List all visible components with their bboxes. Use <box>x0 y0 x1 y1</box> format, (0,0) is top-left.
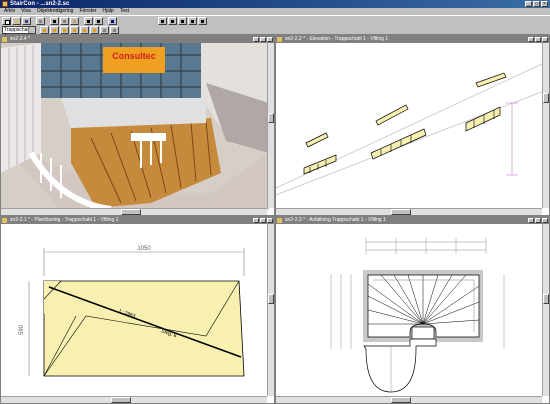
render-tool-button[interactable] <box>110 26 119 34</box>
stair-tool-button[interactable] <box>40 26 49 34</box>
dim-height-label: 590 <box>19 324 25 335</box>
paste-button[interactable] <box>70 17 79 25</box>
vertical-scrollbar[interactable] <box>267 43 274 208</box>
window-plan-controls <box>253 218 273 223</box>
menu-bar: Arkiv Visa Objektredigering Fönster Hjäl… <box>0 8 550 15</box>
scroll-thumb[interactable] <box>121 209 141 215</box>
new-file-button[interactable] <box>2 17 11 25</box>
rotate-tool-button[interactable] <box>100 26 109 34</box>
menu-hjalp[interactable]: Hjälp <box>102 8 113 15</box>
landing-tool-button[interactable] <box>60 26 69 34</box>
print-button[interactable] <box>36 17 45 25</box>
dim-width-label: 1050 <box>137 246 151 252</box>
viewport-elevation[interactable] <box>276 43 545 208</box>
copy-button[interactable] <box>60 17 69 25</box>
open-file-button[interactable] <box>12 17 21 25</box>
plan-drawing: 1050 590 L: 2963 Steg: 6 <box>19 246 245 377</box>
scroll-thumb[interactable] <box>111 397 131 403</box>
chevron-down-icon <box>28 27 35 33</box>
maximize-button[interactable] <box>535 218 541 223</box>
minimize-button[interactable] <box>528 37 534 42</box>
window-plan-title: sn2-2.1 * - Planlösning - Trappschakt 1 … <box>10 217 119 223</box>
horizontal-scrollbar[interactable] <box>1 208 267 215</box>
scroll-thumb[interactable] <box>391 397 411 403</box>
window-layout-caption: sn2-2.3 * - Avfallning Trappschakt 1 - V… <box>276 217 549 224</box>
document-icon <box>277 37 282 42</box>
viewport-layout[interactable] <box>276 224 542 396</box>
window-layout-title: sn2-2.3 * - Avfallning Trappschakt 1 - V… <box>285 217 386 223</box>
step-tool-button[interactable] <box>70 26 79 34</box>
menu-arkiv[interactable]: Arkiv <box>4 8 15 15</box>
menu-test[interactable]: Test <box>120 8 129 15</box>
app-title: StairCon - ...sn2-2.sc <box>10 1 70 7</box>
minimize-button[interactable]: _ <box>525 1 532 7</box>
close-button[interactable] <box>267 218 273 223</box>
maximize-button[interactable] <box>260 37 266 42</box>
document-icon <box>2 218 7 223</box>
close-button[interactable] <box>542 37 548 42</box>
minimize-button[interactable] <box>528 218 534 223</box>
document-icon <box>2 37 7 42</box>
vertical-scrollbar[interactable] <box>267 224 274 396</box>
pan-button[interactable] <box>178 17 187 25</box>
vertical-scrollbar[interactable] <box>542 43 549 208</box>
window-plan-caption: sn2-2.1 * - Planlösning - Trappschakt 1 … <box>1 217 274 224</box>
post-tool-button[interactable] <box>80 26 89 34</box>
minimize-button[interactable] <box>253 218 259 223</box>
close-button[interactable]: × <box>541 1 548 7</box>
window-plan[interactable]: sn2-2.1 * - Planlösning - Trappschakt 1 … <box>0 216 275 404</box>
menu-fonster[interactable]: Fönster <box>79 8 96 15</box>
window-3d-view-controls <box>253 37 273 42</box>
window-elevation-title: sn2-2.2 * - Elevation - Trappschakt 1 - … <box>285 36 389 42</box>
wall-tool-button[interactable] <box>90 26 99 34</box>
window-3d-view-caption: sn2-2.4 * <box>1 36 274 43</box>
horizontal-scrollbar[interactable] <box>276 208 542 215</box>
scroll-thumb[interactable] <box>391 209 411 215</box>
undo-button[interactable] <box>84 17 93 25</box>
vertical-scrollbar[interactable] <box>542 224 549 396</box>
render-3d-scene: Consultec <box>1 43 269 212</box>
scroll-thumb[interactable] <box>543 294 549 304</box>
measure-button[interactable] <box>198 17 207 25</box>
save-button[interactable] <box>22 17 31 25</box>
window-elevation-controls <box>528 37 548 42</box>
cut-button[interactable] <box>50 17 59 25</box>
window-elevation-caption: sn2-2.2 * - Elevation - Trappschakt 1 - … <box>276 36 549 43</box>
app-icon <box>2 1 8 7</box>
menu-visa[interactable]: Visa <box>21 8 31 15</box>
close-button[interactable] <box>267 37 273 42</box>
layout-drawing <box>330 238 505 393</box>
horizontal-scrollbar[interactable] <box>1 396 267 403</box>
help-button[interactable] <box>108 17 117 25</box>
stairwell-select[interactable]: Trappschakt 1 <box>2 26 36 39</box>
maximize-button[interactable] <box>260 218 266 223</box>
minimize-button[interactable] <box>253 37 259 42</box>
window-elevation[interactable]: sn2-2.2 * - Elevation - Trappschakt 1 - … <box>275 35 550 216</box>
scroll-thumb[interactable] <box>543 93 549 103</box>
viewport-plan[interactable]: 1050 590 L: 2963 Steg: 6 <box>1 224 267 396</box>
window-3d-view[interactable]: sn2-2.4 * Consultec <box>0 35 275 216</box>
window-layout-controls <box>528 218 548 223</box>
maximize-button[interactable] <box>535 37 541 42</box>
zoom-extents-button[interactable] <box>188 17 197 25</box>
elevation-drawing <box>276 62 545 196</box>
zoom-window-button[interactable] <box>158 17 167 25</box>
close-button[interactable] <box>542 218 548 223</box>
scroll-thumb[interactable] <box>268 294 274 304</box>
window-controls: _ □ × <box>525 1 548 7</box>
window-layout[interactable]: sn2-2.3 * - Avfallning Trappschakt 1 - V… <box>275 216 550 404</box>
maximize-button[interactable]: □ <box>533 1 540 7</box>
toolbar: Trappschakt 1 <box>0 15 550 39</box>
redo-button[interactable] <box>94 17 103 25</box>
document-icon <box>277 218 282 223</box>
app-titlebar: StairCon - ...sn2-2.sc _ □ × <box>0 0 550 8</box>
scroll-thumb[interactable] <box>268 113 274 123</box>
railing-tool-button[interactable] <box>50 26 59 34</box>
sign-text: Consultec <box>112 51 156 61</box>
menu-objektredigering[interactable]: Objektredigering <box>37 8 74 15</box>
viewport-3d[interactable]: Consultec <box>1 43 269 212</box>
horizontal-scrollbar[interactable] <box>276 396 542 403</box>
zoom-in-button[interactable] <box>168 17 177 25</box>
